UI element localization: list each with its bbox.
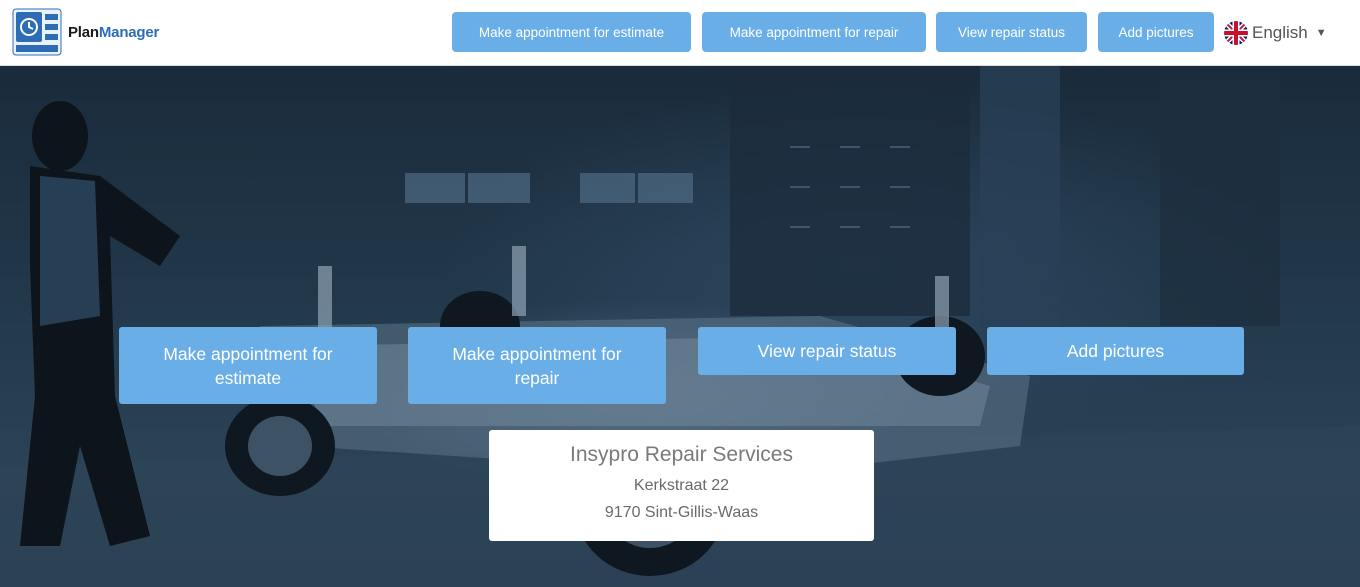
hero-section: Make appointment for estimate Make appoi… [0,66,1360,587]
language-label: English [1252,23,1308,42]
brand-name: PlanManager [68,24,159,41]
hero-view-repair-status-button[interactable]: View repair status [698,327,956,375]
uk-flag-icon [1224,21,1248,45]
nav-view-repair-status-button[interactable]: View repair status [936,12,1087,52]
address-card: Insypro Repair Services Kerkstraat 22 91… [489,430,874,541]
nav-make-appointment-repair-button[interactable]: Make appointment for repair [702,12,926,52]
address-city: 9170 Sint-Gillis-Waas [604,504,759,521]
company-name: Insypro Repair Services [570,443,793,466]
caret-down-icon: ▼ [1315,27,1327,39]
address-street: Kerkstraat 22 [633,477,730,494]
hero-make-appointment-estimate-button[interactable]: Make appointment for estimate [119,327,377,404]
language-selector[interactable]: English ▼ [1224,18,1327,48]
top-navbar: PlanManager Make appointment for estimat… [0,0,1360,66]
brand-logo[interactable]: PlanManager [12,8,159,56]
planmanager-logo-icon [12,8,62,56]
hero-make-appointment-repair-button[interactable]: Make appointment for repair [408,327,666,404]
brand-name-plan: Plan [68,23,99,41]
nav-make-appointment-estimate-button[interactable]: Make appointment for estimate [452,12,691,52]
brand-name-manager: Manager [98,23,160,41]
hero-add-pictures-button[interactable]: Add pictures [987,327,1244,375]
nav-add-pictures-button[interactable]: Add pictures [1098,12,1214,52]
